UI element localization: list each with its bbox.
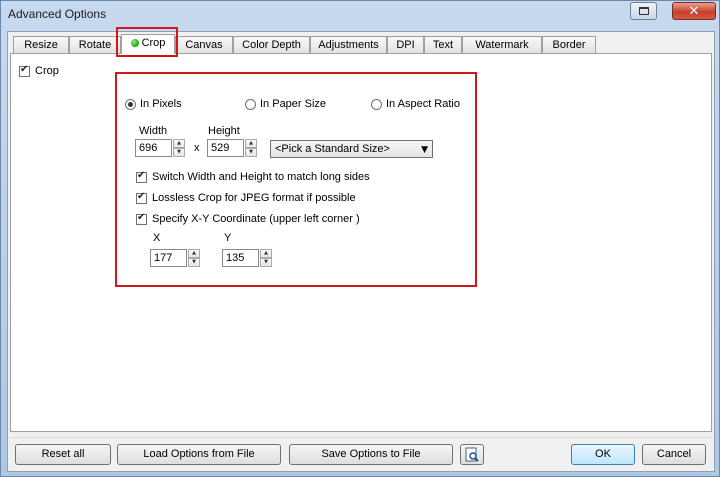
- footer-divider: [10, 437, 712, 438]
- radio-in-pixels-label: In Pixels: [140, 98, 182, 110]
- standard-size-select[interactable]: <Pick a Standard Size> ▼: [270, 140, 433, 158]
- spin-down-icon[interactable]: ▼: [245, 148, 257, 157]
- cancel-button[interactable]: Cancel: [642, 444, 706, 465]
- times-label: x: [194, 142, 200, 154]
- tab-label: Text: [432, 39, 454, 51]
- y-input[interactable]: 135: [222, 249, 259, 267]
- tab-label: Resize: [24, 39, 58, 51]
- title-bar: Advanced Options ✕: [1, 1, 719, 27]
- tab-label: Rotate: [78, 39, 112, 51]
- tab-label: Border: [552, 39, 586, 51]
- specify-xy-checkbox[interactable]: ✔: [136, 212, 147, 225]
- tab-label: DPI: [396, 39, 415, 51]
- checkmark-icon: ✔: [20, 64, 29, 75]
- checkmark-icon: ✔: [137, 170, 146, 181]
- x-label: X: [153, 232, 161, 244]
- tab-dpi[interactable]: DPI: [387, 36, 424, 53]
- restore-button[interactable]: [630, 2, 657, 20]
- tab-strip: Resize Rotate Crop Canvas Color Depth Ad…: [10, 34, 710, 54]
- spin-up-icon[interactable]: ▲: [245, 139, 257, 148]
- spin-up-icon[interactable]: ▲: [173, 139, 185, 148]
- tab-adjustments[interactable]: Adjustments: [310, 36, 387, 53]
- x-spinner[interactable]: ▲ ▼: [188, 249, 200, 267]
- crop-tab-highlight: [116, 27, 178, 57]
- load-options-button[interactable]: Load Options from File: [117, 444, 281, 465]
- radio-in-pixels[interactable]: [125, 99, 136, 110]
- lossless-jpeg-checkbox[interactable]: ✔: [136, 191, 147, 204]
- dropdown-arrow-icon: ▼: [421, 145, 428, 155]
- restore-icon: [638, 7, 649, 15]
- width-spinner[interactable]: ▲ ▼: [173, 139, 185, 157]
- radio-selected-dot: [128, 102, 133, 107]
- standard-size-value: <Pick a Standard Size>: [275, 143, 390, 155]
- crop-enable-checkbox[interactable]: ✔: [19, 64, 30, 77]
- tab-label: Adjustments: [318, 39, 379, 51]
- width-label: Width: [139, 125, 168, 137]
- close-icon: ✕: [688, 3, 700, 19]
- crop-tab-page: ✔ Crop In Pixels In Paper Size In Aspect…: [10, 53, 712, 432]
- specify-xy-label: Specify X-Y Coordinate (upper left corne…: [152, 213, 360, 225]
- height-input[interactable]: 529: [207, 139, 244, 157]
- switch-sides-label: Switch Width and Height to match long si…: [152, 171, 370, 183]
- advanced-options-window: Advanced Options ✕ Resize Rotate Crop Ca…: [0, 0, 720, 477]
- tab-rotate[interactable]: Rotate: [69, 36, 121, 53]
- tab-label: Watermark: [475, 39, 529, 51]
- window-title: Advanced Options: [8, 7, 107, 21]
- tab-label: Canvas: [185, 39, 223, 51]
- radio-in-paper-size-label: In Paper Size: [260, 98, 327, 110]
- lossless-jpeg-label: Lossless Crop for JPEG format if possibl…: [152, 192, 356, 204]
- tab-color-depth[interactable]: Color Depth: [233, 36, 310, 53]
- dialog-client: Resize Rotate Crop Canvas Color Depth Ad…: [7, 27, 715, 472]
- width-input[interactable]: 696: [135, 139, 172, 157]
- spin-down-icon[interactable]: ▼: [260, 258, 272, 267]
- y-label: Y: [224, 232, 232, 244]
- tab-border[interactable]: Border: [542, 36, 596, 53]
- reset-all-button[interactable]: Reset all: [15, 444, 111, 465]
- switch-sides-checkbox[interactable]: ✔: [136, 170, 147, 183]
- preview-button[interactable]: [460, 444, 484, 465]
- height-label: Height: [208, 125, 240, 137]
- tab-canvas[interactable]: Canvas: [175, 36, 233, 53]
- x-input[interactable]: 177: [150, 249, 187, 267]
- radio-in-aspect-ratio[interactable]: [371, 99, 382, 110]
- checkmark-icon: ✔: [137, 212, 146, 223]
- tab-text[interactable]: Text: [424, 36, 462, 53]
- spin-up-icon[interactable]: ▲: [260, 249, 272, 258]
- crop-enable-label: Crop: [35, 65, 59, 77]
- checkmark-icon: ✔: [137, 191, 146, 202]
- spin-up-icon[interactable]: ▲: [188, 249, 200, 258]
- height-spinner[interactable]: ▲ ▼: [245, 139, 257, 157]
- tab-label: Color Depth: [242, 39, 301, 51]
- spin-down-icon[interactable]: ▼: [173, 148, 185, 157]
- tab-watermark[interactable]: Watermark: [462, 36, 542, 53]
- radio-in-aspect-ratio-label: In Aspect Ratio: [386, 98, 460, 110]
- save-options-button[interactable]: Save Options to File: [289, 444, 453, 465]
- radio-in-paper-size[interactable]: [245, 99, 256, 110]
- y-spinner[interactable]: ▲ ▼: [260, 249, 272, 267]
- spin-down-icon[interactable]: ▼: [188, 258, 200, 267]
- tab-resize[interactable]: Resize: [13, 36, 69, 53]
- ok-button[interactable]: OK: [571, 444, 635, 465]
- close-button[interactable]: ✕: [672, 2, 716, 20]
- preview-icon: [465, 447, 479, 462]
